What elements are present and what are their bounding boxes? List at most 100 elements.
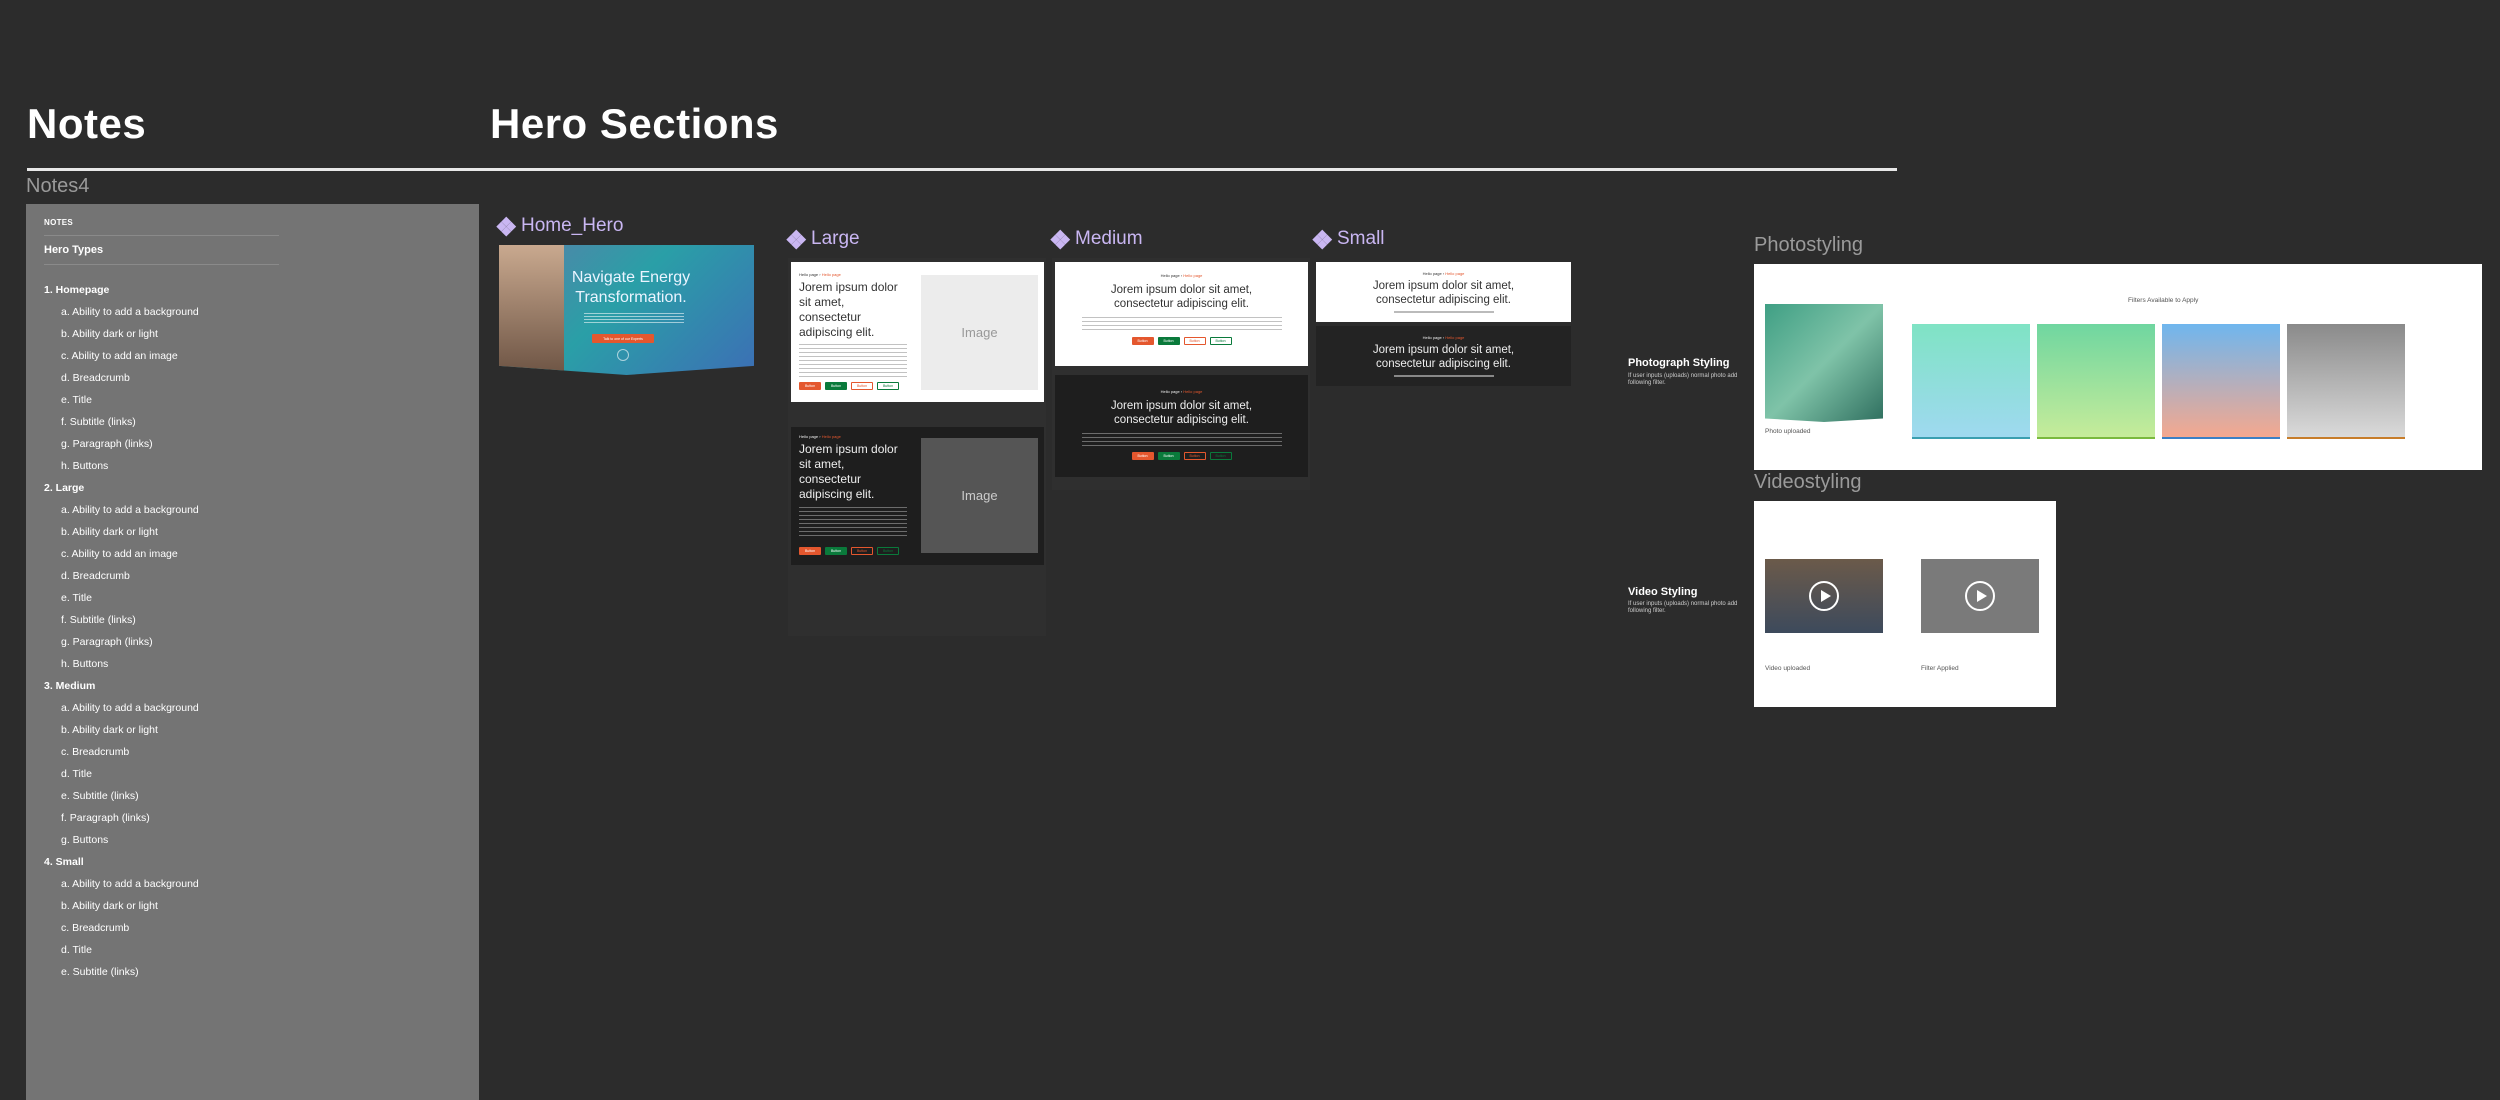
videostyling-frame[interactable]: Video uploaded Filter Applied (1754, 501, 2056, 707)
primary-button[interactable]: Button (1131, 452, 1154, 460)
notes-section-heading: 3. Medium (44, 680, 96, 692)
video-styling-title: Video Styling (1628, 586, 1698, 598)
breadcrumb[interactable]: Hello page › Hello page (799, 434, 841, 439)
small-hero-dark[interactable]: Hello page › Hello page Jorem ipsum dolo… (1316, 326, 1571, 386)
secondary-button[interactable]: Button (1157, 452, 1180, 460)
large-hero-dark[interactable]: Hello page › Hello page Jorem ipsum dolo… (791, 427, 1044, 565)
notes-caption: NOTES (44, 218, 74, 227)
notes-frame-label[interactable]: Notes4 (26, 175, 89, 198)
notes-title: Notes (27, 100, 147, 147)
outline-green-button[interactable]: Button (877, 382, 899, 390)
photostyling-frame[interactable]: Photo uploaded Filters Available to Appl… (1754, 264, 2482, 470)
primary-button[interactable]: Button (799, 382, 821, 390)
notes-list-item: e. Title (61, 394, 92, 406)
small-title: Jorem ipsum dolor sit amet, consectetur … (1372, 344, 1515, 370)
small-subtitle (1393, 375, 1494, 377)
component-icon (1050, 229, 1070, 249)
large-title: Jorem ipsum dolor sit amet, consectetur … (799, 442, 898, 501)
notes-list-item: g. Paragraph (links) (61, 438, 153, 450)
home-hero-label[interactable]: Home_Hero (496, 215, 624, 237)
notes-list-item: h. Buttons (61, 460, 109, 472)
notes-list-item: g. Buttons (61, 834, 109, 846)
outline-button[interactable]: Button (851, 382, 873, 390)
notes-list-item: d. Title (61, 944, 92, 956)
notes-list-item: a. Ability to add a background (61, 504, 199, 516)
videostyling-frame-label[interactable]: Videostyling (1754, 471, 1861, 494)
outline-button[interactable]: Button (851, 547, 873, 555)
notes-list-item: e. Title (61, 592, 92, 604)
home-hero-card[interactable]: Navigate Energy Transformation. Talk to … (499, 245, 754, 375)
outline-green-button[interactable]: Button (1209, 452, 1232, 460)
notes-list-item: a. Ability to add a background (61, 878, 199, 890)
notes-list-item: e. Subtitle (links) (61, 966, 139, 978)
large-label-text: Large (811, 228, 860, 249)
small-label[interactable]: Small (1312, 228, 1385, 250)
large-label[interactable]: Large (786, 228, 860, 250)
large-paragraph (799, 344, 907, 380)
photostyling-frame-label[interactable]: Photostyling (1754, 234, 1863, 257)
uploaded-video[interactable] (1765, 559, 1883, 633)
primary-button[interactable]: Button (799, 547, 821, 555)
notes-list-item: c. Breadcrumb (61, 746, 130, 758)
outline-green-button[interactable]: Button (1209, 337, 1232, 345)
filter-swatch-teal[interactable] (1912, 324, 2030, 439)
notes-divider (44, 235, 279, 236)
outline-button[interactable]: Button (1183, 337, 1206, 345)
button-group: Button Button Button Button (799, 382, 899, 390)
medium-label[interactable]: Medium (1050, 228, 1143, 250)
home-hero-cta-button[interactable]: Talk to one of our Experts (592, 334, 654, 343)
medium-hero-light[interactable]: Hello page › Hello page Jorem ipsum dolo… (1055, 262, 1308, 366)
home-hero-paragraph (584, 313, 684, 323)
photo-uploaded-caption: Photo uploaded (1765, 428, 1811, 435)
notes-list-item: d. Breadcrumb (61, 570, 130, 582)
play-icon[interactable] (1965, 581, 1995, 611)
breadcrumb[interactable]: Hello page › Hello page (1055, 389, 1308, 394)
filters-caption: Filters Available to Apply (2128, 297, 2199, 304)
filter-swatch-gray[interactable] (2287, 324, 2405, 439)
breadcrumb[interactable]: Hello page › Hello page (799, 272, 841, 277)
video-styling-desc: If user inputs (uploads) normal photo ad… (1628, 601, 1738, 614)
large-paragraph (799, 507, 907, 537)
filter-swatch-blue-orange[interactable] (2162, 324, 2280, 439)
secondary-button[interactable]: Button (825, 547, 847, 555)
notes-panel[interactable]: NOTES Hero Types 1. Homepage a. Ability t… (26, 204, 479, 1100)
medium-paragraph (1081, 317, 1282, 331)
filtered-video[interactable] (1921, 559, 2039, 633)
breadcrumb[interactable]: Hello page › Hello page (1055, 273, 1308, 278)
notes-list-item: c. Ability to add an image (61, 548, 178, 560)
button-group: Button Button Button Button (799, 547, 899, 555)
primary-button[interactable]: Button (1131, 337, 1154, 345)
scroll-down-icon[interactable] (617, 349, 629, 361)
notes-section-heading: 2. Large (44, 482, 85, 494)
notes-list-item: c. Breadcrumb (61, 922, 130, 934)
notes-heading: Hero Types (44, 244, 104, 256)
play-icon[interactable] (1809, 581, 1839, 611)
component-icon (1312, 229, 1332, 249)
photograph-styling-title: Photograph Styling (1628, 357, 1730, 369)
component-icon (496, 216, 516, 236)
notes-list-item: e. Subtitle (links) (61, 790, 139, 802)
notes-list-item: d. Breadcrumb (61, 372, 130, 384)
outline-green-button[interactable]: Button (877, 547, 899, 555)
title-divider (27, 168, 1897, 171)
secondary-button[interactable]: Button (1157, 337, 1180, 345)
notes-list-item: a. Ability to add a background (61, 702, 199, 714)
uploaded-photo (1765, 304, 1883, 422)
large-hero-light[interactable]: Hello page › Hello page Jorem ipsum dolo… (791, 262, 1044, 402)
breadcrumb[interactable]: Hello page › Hello page (1316, 335, 1571, 340)
image-placeholder: Image (921, 275, 1038, 390)
home-hero-photo (499, 245, 564, 375)
filter-swatch-green[interactable] (2037, 324, 2155, 439)
notes-list: 1. Homepage a. Ability to add a backgroun… (44, 279, 279, 983)
notes-list-item: b. Ability dark or light (61, 328, 158, 340)
medium-hero-dark[interactable]: Hello page › Hello page Jorem ipsum dolo… (1055, 375, 1308, 477)
breadcrumb[interactable]: Hello page › Hello page (1316, 271, 1571, 276)
home-hero-label-text: Home_Hero (521, 215, 624, 236)
secondary-button[interactable]: Button (825, 382, 847, 390)
outline-button[interactable]: Button (1183, 452, 1206, 460)
small-hero-light[interactable]: Hello page › Hello page Jorem ipsum dolo… (1316, 262, 1571, 322)
notes-list-item: h. Buttons (61, 658, 109, 670)
notes-list-item: f. Paragraph (links) (61, 812, 150, 824)
button-group: Button Button Button Button (1055, 452, 1308, 460)
large-title: Jorem ipsum dolor sit amet, consectetur … (799, 280, 898, 339)
